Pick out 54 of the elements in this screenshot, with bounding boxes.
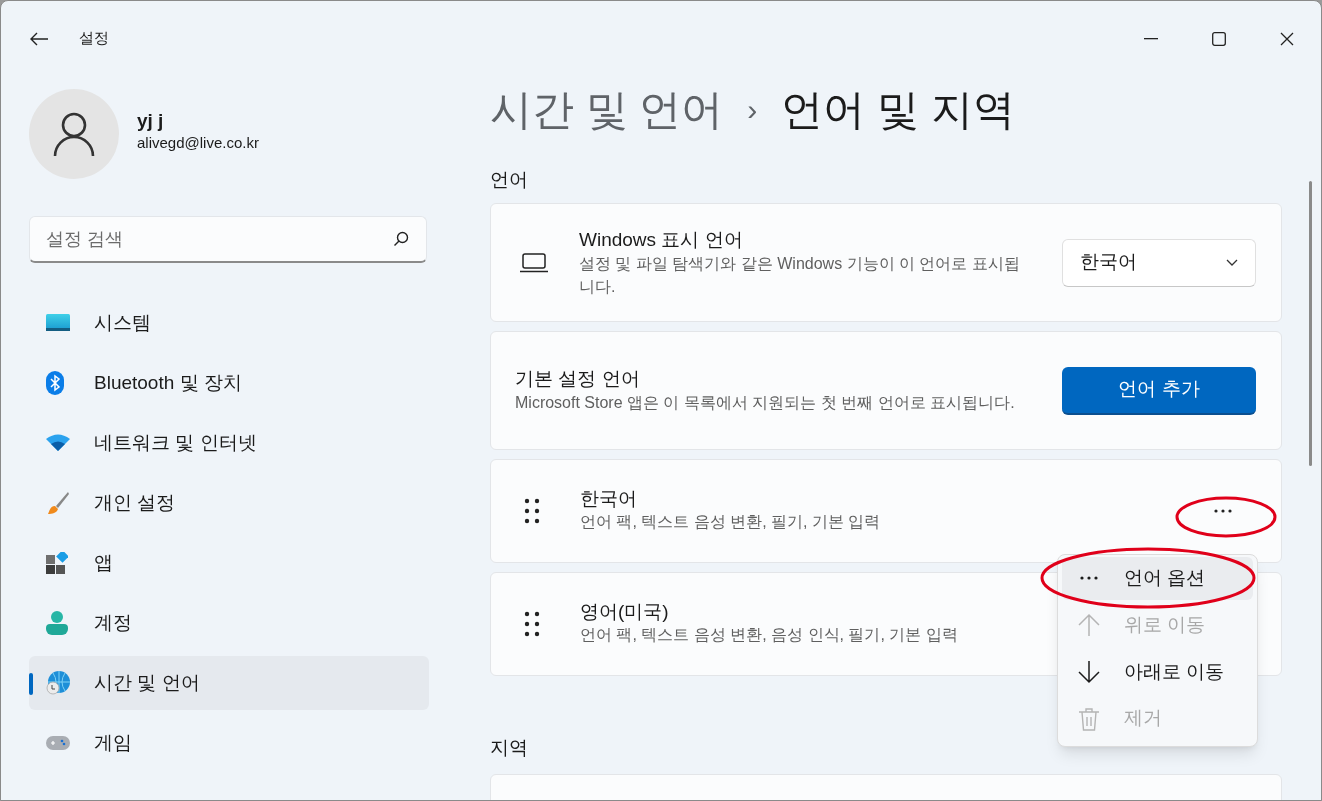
drag-handle-icon (524, 611, 540, 637)
page-title: 언어 및 지역 (781, 84, 1015, 135)
menu-item[interactable]: 아래로 이동 (1062, 650, 1253, 694)
selection-indicator (29, 673, 33, 695)
setting-title: 기본 설정 언어 (515, 367, 641, 391)
window-title: 설정 (79, 28, 109, 49)
user-email: alivegd@live.co.kr (137, 133, 259, 153)
globe-clock-icon (46, 671, 70, 695)
wifi-icon (46, 434, 70, 452)
drag-handle-icon (524, 498, 540, 524)
scrollbar[interactable] (1309, 181, 1312, 466)
nav-item[interactable]: 시스템 (29, 296, 429, 350)
nav-item[interactable]: 게임 (29, 716, 429, 770)
chevron-down-icon (1226, 259, 1238, 266)
nav-item[interactable]: 개인 설정 (29, 476, 429, 530)
nav-item[interactable]: 앱 (29, 536, 429, 590)
monitor-icon (46, 314, 70, 332)
nav-item[interactable]: 계정 (29, 596, 429, 650)
arrow-down-icon (1078, 659, 1100, 684)
language-name: 한국어 (580, 487, 637, 511)
nav-item[interactable]: 시간 및 언어 (29, 656, 429, 710)
trash-icon (1078, 706, 1100, 731)
section-heading: 언어 (490, 168, 529, 192)
arrow-up-icon (1078, 613, 1100, 638)
gamepad-icon (46, 736, 70, 750)
user-name: yj j (137, 109, 165, 133)
setting-description: Microsoft Store 앱은 이 목록에서 지원되는 첫 번째 언어로 표시됩니다. (515, 393, 1016, 413)
bluetooth-icon (46, 371, 64, 395)
add-language-button[interactable]: 언어 추가 (1062, 366, 1256, 415)
brush-icon (46, 491, 70, 515)
setting-description: 설정 및 파일 탐색기와 같은 Windows 기능이 이 언어로 표시됩니다. (579, 253, 1021, 297)
language-dropdown[interactable]: 한국어 (1062, 238, 1256, 287)
maximize-icon (1212, 31, 1226, 46)
minimize-icon (1144, 37, 1158, 40)
menu-item[interactable]: 언어 옵션 (1062, 557, 1253, 600)
back-arrow-icon (29, 30, 49, 47)
nav-item[interactable]: 네트워크 및 인터넷 (29, 416, 429, 470)
breadcrumb-separator: › (747, 91, 758, 128)
section-heading: 지역 (490, 736, 529, 760)
person-icon (46, 611, 68, 635)
person-icon (53, 111, 95, 157)
language-name: 영어(미국) (580, 600, 669, 624)
language-features: 언어 팩, 텍스트 음성 변환, 필기, 기본 입력 (580, 512, 881, 532)
nav-item[interactable]: Bluetooth 및 장치 (29, 356, 429, 410)
more-icon (1214, 509, 1232, 513)
breadcrumb-parent[interactable]: 시간 및 언어 (490, 77, 724, 141)
close-icon (1280, 31, 1294, 46)
language-features: 언어 팩, 텍스트 음성 변환, 음성 인식, 필기, 기본 입력 (580, 625, 958, 645)
laptop-icon (519, 252, 549, 273)
apps-icon (46, 552, 68, 574)
search-icon (393, 231, 409, 247)
more-icon (1080, 576, 1098, 581)
search-field[interactable]: 설정 검색 (29, 216, 427, 263)
setting-title: Windows 표시 언어 (579, 227, 744, 252)
